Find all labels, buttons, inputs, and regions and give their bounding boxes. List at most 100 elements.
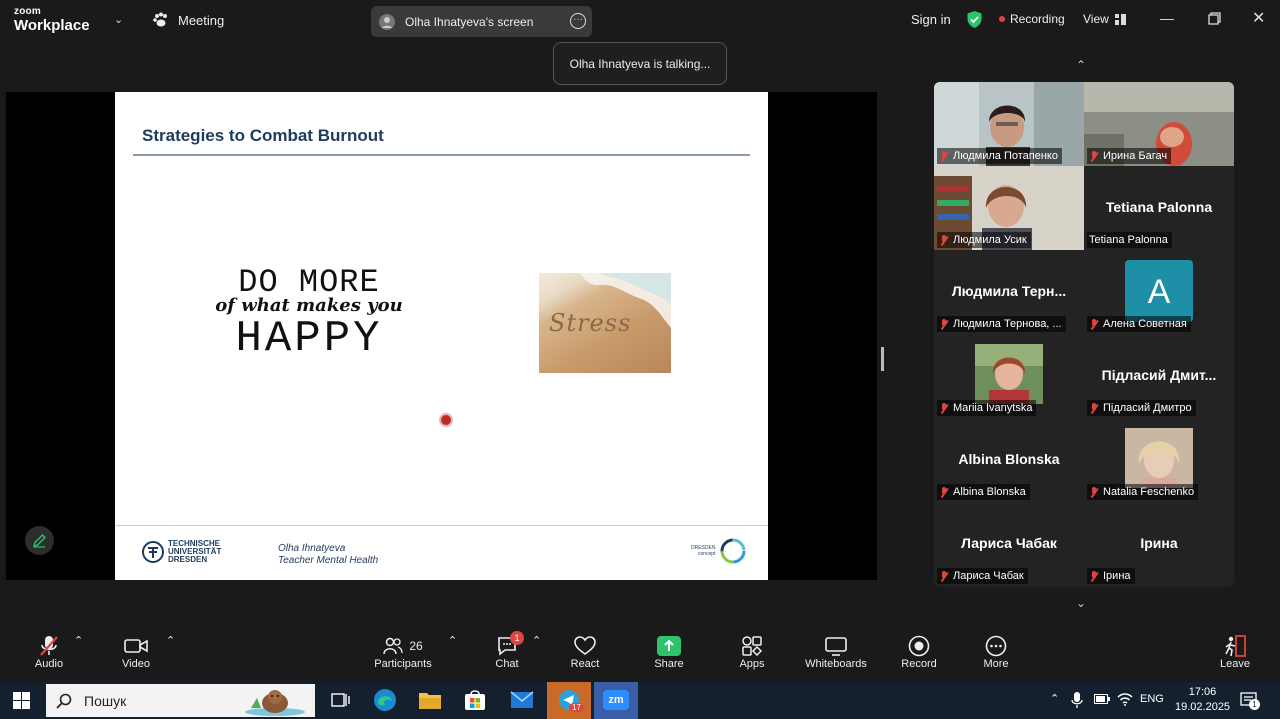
zoom-logo[interactable]: zoom Workplace xyxy=(14,7,90,34)
chevron-down-icon[interactable]: ⌄ xyxy=(114,13,123,26)
participant-name-label: Людмила Усик xyxy=(937,232,1031,248)
react-button[interactable]: React xyxy=(568,634,602,670)
audio-options-caret[interactable]: ⌃ xyxy=(74,634,83,647)
battery-icon[interactable] xyxy=(1094,694,1110,704)
participant-name-label: Ірина xyxy=(1087,568,1135,584)
recording-label: Recording xyxy=(1010,12,1065,26)
participant-tile[interactable]: Mariia Ivanytska xyxy=(934,334,1084,418)
participant-display-name: Людмила Терн... xyxy=(951,283,1067,299)
participant-tile[interactable]: Підласий Дмит... Підласий Дмитро xyxy=(1084,334,1234,418)
participant-tile[interactable]: Albina Blonska Albina Blonska xyxy=(934,418,1084,502)
gallery-scroll-up-icon[interactable]: ⌃ xyxy=(1076,58,1086,72)
author-name: Olha Ihnatyeva xyxy=(278,543,346,554)
language-indicator[interactable]: ENG xyxy=(1140,693,1164,705)
mic-muted-icon xyxy=(1089,318,1099,330)
active-speaker-toast: Olha Ihnatyeva is talking... xyxy=(553,42,727,85)
search-placeholder: Пошук xyxy=(84,692,127,709)
wifi-icon[interactable] xyxy=(1117,692,1133,706)
participant-display-name: Albina Blonska xyxy=(958,451,1060,467)
task-view-icon[interactable] xyxy=(326,687,354,713)
apps-button[interactable]: Apps xyxy=(736,634,768,670)
participant-name-label: Людмила Потапенко xyxy=(937,148,1062,164)
taskbar-search-box[interactable]: Пошук xyxy=(46,684,315,717)
participants-button[interactable]: 26 Participants xyxy=(372,634,434,670)
participant-tile[interactable]: Ирина Багач xyxy=(1084,82,1234,166)
record-button[interactable]: Record xyxy=(900,634,938,670)
zoom-app-button[interactable]: zm xyxy=(594,682,638,719)
gallery-scroll-down-icon[interactable]: ⌄ xyxy=(1076,596,1086,610)
participant-name-label: Підласий Дмитро xyxy=(1087,400,1196,416)
participant-name-label: Albina Blonska xyxy=(937,484,1030,500)
leave-button[interactable]: Leave xyxy=(1218,634,1252,670)
edge-browser-icon[interactable] xyxy=(371,687,399,713)
mic-muted-icon xyxy=(1089,570,1099,582)
sign-in-link[interactable]: Sign in xyxy=(911,12,951,27)
tray-overflow-icon[interactable]: ⌃ xyxy=(1050,692,1059,705)
dresden-concept-logo: DRESDEN concept xyxy=(691,537,747,565)
participant-tile[interactable]: Людмила Терн... Людмила Тернова, ... xyxy=(934,250,1084,334)
participant-name: Людмила Усик xyxy=(953,234,1027,246)
participant-name: Natalia Feschenko xyxy=(1103,486,1195,498)
whiteboards-button[interactable]: Whiteboards xyxy=(802,634,870,670)
shield-check-icon[interactable] xyxy=(966,10,983,29)
microsoft-store-icon[interactable] xyxy=(461,687,489,713)
participant-avatar: A xyxy=(1125,260,1193,322)
more-options-icon[interactable]: ··· xyxy=(570,13,586,29)
telegram-app-button[interactable]: 17 xyxy=(547,682,591,719)
microphone-tray-icon[interactable] xyxy=(1071,692,1083,708)
close-icon[interactable]: ✕ xyxy=(1252,8,1265,28)
chat-button[interactable]: 1 Chat xyxy=(492,631,524,670)
participants-options-caret[interactable]: ⌃ xyxy=(448,634,457,647)
participant-tile[interactable]: Лариса Чабак Лариса Чабак xyxy=(934,502,1084,586)
camera-icon xyxy=(124,639,148,653)
slide-footer-author: Olha Ihnatyeva Teacher Mental Health xyxy=(278,543,378,567)
recording-indicator[interactable]: Recording xyxy=(999,12,1065,26)
notification-count: 1 xyxy=(1249,699,1260,710)
annotate-button[interactable] xyxy=(25,526,54,555)
chat-label: Chat xyxy=(495,658,519,670)
participant-display-name: Підласий Дмит... xyxy=(1101,367,1217,383)
restore-icon[interactable] xyxy=(1208,12,1221,25)
talking-label: Olha Ihnatyeva is talking... xyxy=(569,56,711,71)
audio-button[interactable]: Audio xyxy=(30,634,68,670)
participant-tile[interactable]: Tetiana Palonna Tetiana Palonna xyxy=(1084,166,1234,250)
graphic-line3: HAPPY xyxy=(235,314,383,364)
mic-muted-icon xyxy=(939,570,949,582)
meeting-label: Meeting xyxy=(178,12,225,28)
view-button[interactable]: View xyxy=(1083,12,1126,26)
participant-name-label: Лариса Чабак xyxy=(937,568,1028,584)
zoom-app-icon: zm xyxy=(603,690,629,710)
more-button[interactable]: More xyxy=(980,634,1012,670)
windows-start-icon[interactable] xyxy=(13,692,30,709)
clock-time: 17:06 xyxy=(1188,686,1217,698)
video-options-caret[interactable]: ⌃ xyxy=(166,634,175,647)
meeting-menu-button[interactable]: Meeting xyxy=(152,12,224,28)
minimize-icon[interactable]: — xyxy=(1160,10,1174,26)
participant-tile[interactable]: Natalia Feschenko xyxy=(1084,418,1234,502)
chat-unread-badge: 1 xyxy=(510,631,524,645)
share-button[interactable]: Share xyxy=(652,634,686,670)
shared-screen-pill[interactable]: Olha Ihnatyeva's screen ··· xyxy=(371,6,592,37)
participant-name: Tetiana Palonna xyxy=(1089,234,1168,246)
record-dot-icon xyxy=(999,16,1005,22)
presentation-slide: Strategies to Combat Burnout DO MORE of … xyxy=(115,92,768,580)
participant-tile[interactable]: Людмила Потапенко xyxy=(934,82,1084,166)
notifications-button[interactable]: 1 xyxy=(1240,691,1260,714)
tud-line3: DRESDEN xyxy=(168,555,208,564)
heart-icon xyxy=(574,636,596,655)
chat-options-caret[interactable]: ⌃ xyxy=(532,634,541,647)
participant-tile[interactable]: Людмила Усик xyxy=(934,166,1084,250)
participant-profile-photo xyxy=(975,344,1043,404)
participant-tile[interactable]: A Алена Советная xyxy=(1084,250,1234,334)
telegram-badge: 17 xyxy=(569,703,584,712)
pencil-icon xyxy=(32,534,46,548)
panel-resize-handle[interactable] xyxy=(881,347,884,371)
participant-name-label: Алена Советная xyxy=(1087,316,1191,332)
taskbar-clock[interactable]: 17:06 19.02.2025 xyxy=(1175,685,1230,715)
participant-name: Алена Советная xyxy=(1103,318,1187,330)
participant-tile[interactable]: Ірина Ірина xyxy=(1084,502,1234,586)
video-button[interactable]: Video xyxy=(118,634,154,670)
slide-title-divider xyxy=(133,154,750,156)
file-explorer-icon[interactable] xyxy=(416,687,444,713)
mail-icon[interactable] xyxy=(508,687,536,713)
